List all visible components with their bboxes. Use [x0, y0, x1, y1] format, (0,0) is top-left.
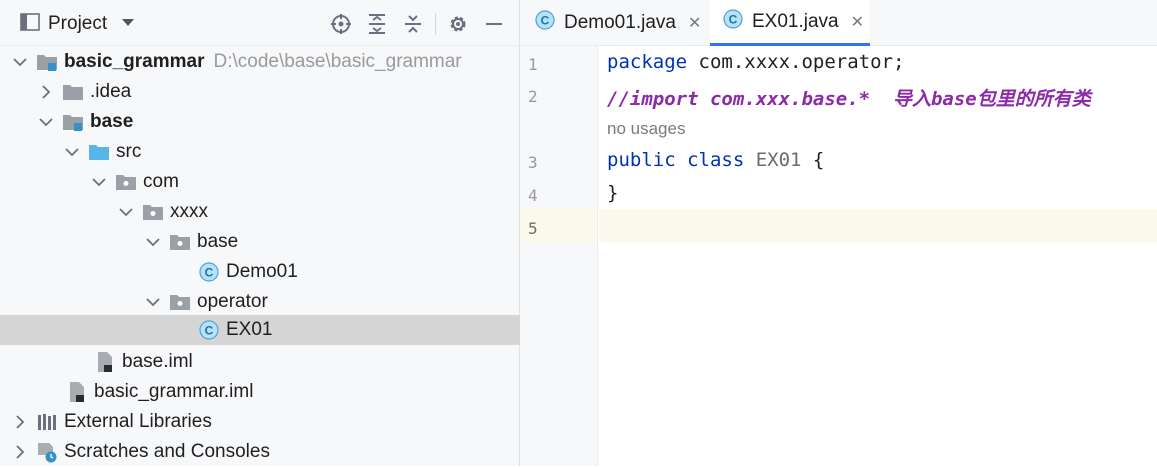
tree-item-label: base	[90, 111, 134, 132]
tree-item-label: basic_grammar	[64, 51, 205, 72]
chevron-down-icon[interactable]	[145, 234, 161, 250]
tree-item-label: operator	[197, 291, 268, 312]
tree-item-basic-grammar[interactable]: basic_grammar D:\code\base\basic_grammar	[0, 47, 531, 77]
chevron-down-icon[interactable]	[118, 204, 134, 220]
brace: }	[607, 182, 619, 204]
tree-item-label: Demo01	[226, 261, 298, 282]
iml-file-icon	[94, 351, 116, 373]
close-icon[interactable]: ✕	[688, 13, 701, 33]
tab-demo01[interactable]: C Demo01.java ✕	[534, 0, 710, 46]
usages-hint[interactable]: no usages	[607, 119, 685, 139]
toolbar-separator	[435, 13, 436, 35]
scratches-icon	[36, 441, 58, 463]
module-icon	[36, 51, 58, 73]
class-icon: C	[722, 8, 744, 36]
class-name: EX01	[744, 149, 813, 171]
folder-icon	[62, 81, 84, 103]
line-number: 1	[528, 55, 538, 74]
chevron-down-icon[interactable]	[91, 174, 107, 190]
code-line-2-comment: //import com.xxx.base.* 导入base包里的所有类	[607, 88, 1091, 110]
tree-item-label: xxxx	[170, 201, 208, 222]
line-number: 4	[528, 186, 538, 205]
close-icon[interactable]: ✕	[851, 12, 864, 32]
tree-item-label: .idea	[90, 81, 132, 102]
brace: {	[812, 149, 825, 171]
code-editor[interactable]: package com.xxxx.operator; //import com.…	[599, 46, 1157, 466]
tree-item-scratches[interactable]: Scratches and Consoles	[0, 437, 531, 467]
project-panel-title: Project	[48, 13, 108, 34]
chevron-down-icon[interactable]	[38, 114, 54, 130]
tree-item-idea[interactable]: .idea	[0, 77, 557, 107]
code-line-4: }	[607, 182, 618, 204]
project-panel-header: Project	[0, 0, 520, 46]
package-name: com.xxxx.operator;	[687, 51, 905, 73]
chevron-down-icon[interactable]	[145, 294, 161, 310]
module-path: D:\code\base\basic_grammar	[213, 51, 462, 72]
chevron-right-icon[interactable]	[12, 444, 28, 460]
tab-ex01[interactable]: C EX01.java ✕	[710, 0, 870, 46]
class-icon: C	[198, 319, 220, 341]
line-number: 3	[528, 153, 538, 172]
hide-icon[interactable]	[476, 12, 512, 36]
libraries-icon	[36, 411, 58, 433]
project-panel-icon	[20, 12, 40, 36]
editor-tabs: C Demo01.java ✕ C EX01.java ✕	[520, 0, 1157, 46]
chevron-right-icon[interactable]	[12, 414, 28, 430]
tree-item-base-module[interactable]: base	[0, 107, 557, 137]
keyword: package	[607, 51, 688, 73]
tree-item-label: basic_grammar.iml	[94, 381, 254, 402]
line-number: 2	[528, 87, 538, 106]
line-number: 5	[528, 219, 538, 238]
tree-item-src[interactable]: src	[0, 137, 583, 167]
chevron-down-icon[interactable]	[64, 144, 80, 160]
tree-item-label: EX01	[226, 319, 273, 340]
code-line-1: package com.xxxx.operator;	[607, 51, 904, 73]
class-icon: C	[534, 9, 556, 37]
chevron-right-icon[interactable]	[38, 84, 54, 100]
package-icon	[115, 171, 137, 193]
tree-item-label: src	[116, 141, 142, 162]
svg-text:C: C	[729, 12, 738, 26]
source-folder-icon	[88, 141, 110, 163]
package-icon	[169, 291, 191, 313]
iml-file-icon	[66, 381, 88, 403]
svg-text:C: C	[541, 14, 550, 28]
chevron-down-icon[interactable]	[12, 54, 28, 70]
package-icon	[169, 231, 191, 253]
tree-item-label: base	[197, 231, 239, 252]
svg-text:C: C	[205, 266, 214, 280]
package-icon	[142, 201, 164, 223]
tree-item-com[interactable]: com	[0, 167, 610, 197]
settings-icon[interactable]	[440, 12, 476, 36]
chevron-down-icon[interactable]	[121, 17, 135, 31]
code-line-3: public class EX01 {	[607, 149, 824, 171]
tree-item-basic-grammar-iml[interactable]: basic_grammar.iml	[0, 377, 585, 407]
tree-item-label: base.iml	[122, 351, 193, 372]
expand-all-icon[interactable]	[359, 12, 395, 36]
project-view-selector[interactable]: Project	[20, 12, 135, 36]
collapse-all-icon[interactable]	[395, 12, 431, 36]
class-icon: C	[198, 261, 220, 283]
tab-label: Demo01.java	[564, 12, 676, 33]
project-panel-toolbar	[323, 12, 512, 36]
tree-item-label: External Libraries	[64, 411, 212, 432]
locate-icon[interactable]	[323, 12, 359, 36]
tree-item-external-libraries[interactable]: External Libraries	[0, 407, 531, 437]
tree-item-label: com	[143, 171, 179, 192]
editor-area: C Demo01.java ✕ C EX01.java ✕ 1 2 3 4 5 …	[520, 0, 1157, 466]
module-icon	[62, 111, 84, 133]
current-line-highlight	[599, 209, 1157, 242]
tab-label: EX01.java	[752, 10, 839, 32]
tree-item-label: Scratches and Consoles	[64, 441, 270, 462]
line-number-gutter: 1 2 3 4 5	[520, 46, 598, 466]
keyword: public class	[607, 149, 745, 171]
svg-text:C: C	[205, 324, 214, 338]
project-tool-window: Project basic_grammar D:\code\base\basic…	[0, 0, 717, 466]
